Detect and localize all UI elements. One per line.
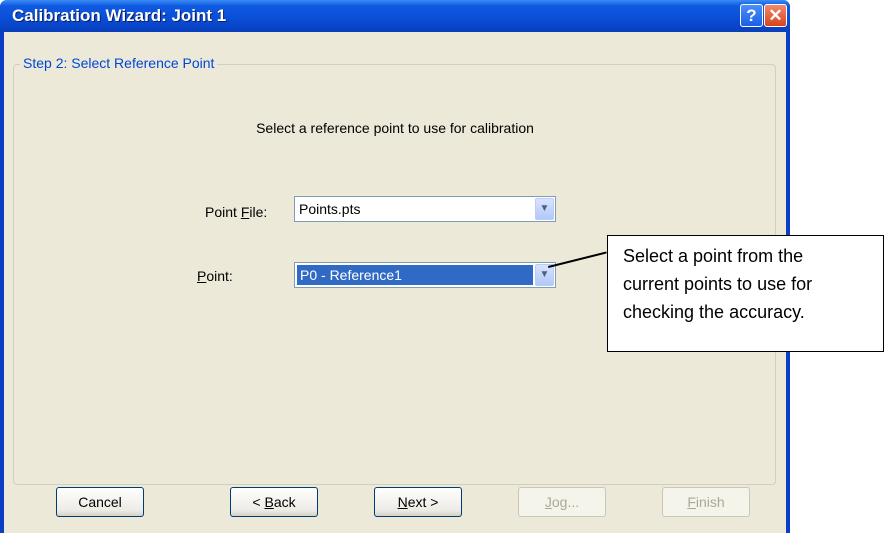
point-file-label: Point File: bbox=[205, 204, 268, 220]
finish-button[interactable]: Finish bbox=[662, 487, 750, 517]
jog-button[interactable]: Jog... bbox=[518, 487, 606, 517]
point-value: P0 - Reference1 bbox=[297, 265, 533, 285]
step-group-legend: Step 2: Select Reference Point bbox=[20, 55, 218, 71]
chevron-down-icon[interactable]: ▼ bbox=[535, 198, 554, 220]
callout-line-1: Select a point from the bbox=[623, 246, 804, 266]
point-dropdown[interactable]: P0 - Reference1 ▼ bbox=[294, 262, 556, 288]
instruction-text: Select a reference point to use for cali… bbox=[256, 120, 534, 136]
cancel-button[interactable]: Cancel bbox=[56, 487, 144, 517]
point-file-dropdown[interactable]: Points.pts ▼ bbox=[294, 196, 556, 222]
callout-line-3: checking the accuracy. bbox=[623, 302, 805, 322]
close-icon: ✕ bbox=[768, 6, 783, 25]
close-button[interactable]: ✕ bbox=[764, 4, 787, 27]
back-button[interactable]: < Back bbox=[230, 487, 318, 517]
point-file-value: Points.pts bbox=[299, 201, 361, 217]
chevron-down-icon[interactable]: ▼ bbox=[535, 264, 554, 286]
annotation-callout: Select a point from the current points t… bbox=[607, 235, 884, 352]
title-bar[interactable]: Calibration Wizard: Joint 1 ? ✕ bbox=[0, 0, 790, 32]
window-title: Calibration Wizard: Joint 1 bbox=[12, 6, 227, 25]
next-button[interactable]: Next > bbox=[374, 487, 462, 517]
help-icon: ? bbox=[746, 6, 757, 25]
point-label: Point: bbox=[197, 268, 233, 284]
help-button[interactable]: ? bbox=[740, 4, 763, 27]
callout-line-2: current points to use for bbox=[623, 274, 813, 294]
